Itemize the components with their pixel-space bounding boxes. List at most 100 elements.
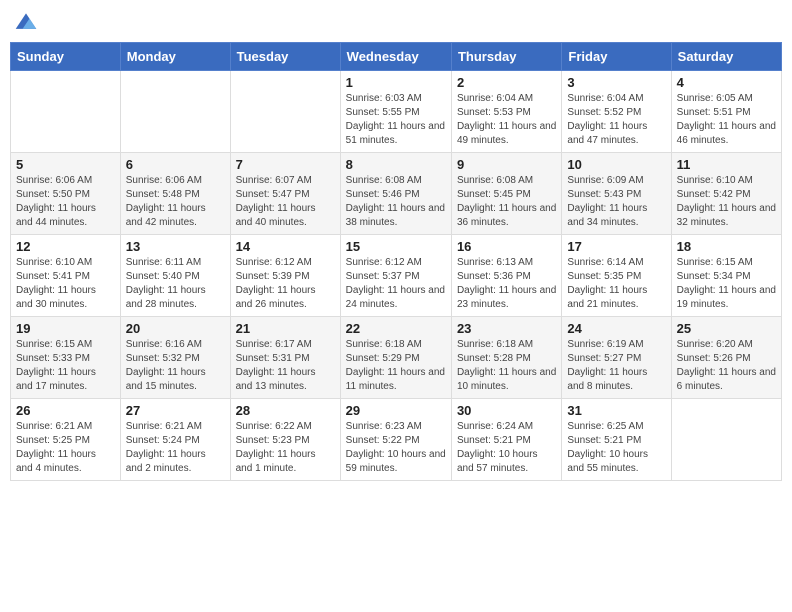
weekday-header-thursday: Thursday [451, 43, 561, 71]
calendar-day-cell: 21Sunrise: 6:17 AMSunset: 5:31 PMDayligh… [230, 317, 340, 399]
day-info: Sunrise: 6:21 AMSunset: 5:25 PMDaylight:… [16, 420, 115, 476]
logo [14, 10, 42, 34]
calendar-day-cell: 1 Sunrise: 6:03 AMSunset: 5:55 PMDaylight… [340, 71, 451, 153]
day-info: Sunrise: 6:10 AMSunset: 5:42 PMDaylight:… [677, 174, 776, 230]
day-number: 11 [677, 157, 776, 172]
day-number: 8 [346, 157, 446, 172]
day-info: Sunrise: 6:18 AMSunset: 5:28 PMDaylight:… [457, 338, 556, 394]
day-info: Sunrise: 6:25 AMSunset: 5:21 PMDaylight:… [567, 420, 665, 476]
weekday-header-friday: Friday [562, 43, 671, 71]
calendar-week-row: 1 Sunrise: 6:03 AMSunset: 5:55 PMDaylight… [11, 71, 782, 153]
calendar-day-cell: 30Sunrise: 6:24 AMSunset: 5:21 PMDayligh… [451, 399, 561, 481]
calendar-day-cell: 6 Sunrise: 6:06 AMSunset: 5:48 PMDaylight… [120, 153, 230, 235]
day-number: 2 [457, 75, 556, 90]
day-info: Sunrise: 6:08 AMSunset: 5:46 PMDaylight:… [346, 174, 446, 230]
day-number: 12 [16, 239, 115, 254]
weekday-header-row: SundayMondayTuesdayWednesdayThursdayFrid… [11, 43, 782, 71]
calendar-day-cell: 20 Sunrise: 6:16 AMSunset: 5:32 PMDayligh… [120, 317, 230, 399]
day-number: 17 [567, 239, 665, 254]
calendar-day-cell: 7Sunrise: 6:07 AMSunset: 5:47 PMDaylight… [230, 153, 340, 235]
day-info: Sunrise: 6:10 AMSunset: 5:41 PMDaylight:… [16, 256, 115, 312]
day-info: Sunrise: 6:23 AMSunset: 5:22 PMDaylight:… [346, 420, 446, 476]
day-info: Sunrise: 6:08 AMSunset: 5:45 PMDaylight:… [457, 174, 556, 230]
day-info: Sunrise: 6:16 AMSunset: 5:32 PMDaylight:… [126, 338, 225, 394]
day-info: Sunrise: 6:06 AMSunset: 5:48 PMDaylight:… [126, 174, 225, 230]
day-info: Sunrise: 6:12 AMSunset: 5:39 PMDaylight:… [236, 256, 335, 312]
day-number: 27 [126, 403, 225, 418]
calendar-day-cell: 4Sunrise: 6:05 AMSunset: 5:51 PMDaylight… [671, 71, 781, 153]
calendar-day-cell: 22 Sunrise: 6:18 AMSunset: 5:29 PMDayligh… [340, 317, 451, 399]
calendar-day-cell: 29 Sunrise: 6:23 AMSunset: 5:22 PMDayligh… [340, 399, 451, 481]
day-info: Sunrise: 6:09 AMSunset: 5:43 PMDaylight:… [567, 174, 665, 230]
page-header [10, 10, 782, 34]
calendar-day-cell: 9 Sunrise: 6:08 AMSunset: 5:45 PMDaylight… [451, 153, 561, 235]
day-number: 19 [16, 321, 115, 336]
day-number: 13 [126, 239, 225, 254]
weekday-header-tuesday: Tuesday [230, 43, 340, 71]
calendar-week-row: 12 Sunrise: 6:10 AMSunset: 5:41 PMDayligh… [11, 235, 782, 317]
day-number: 4 [677, 75, 776, 90]
calendar-day-cell: 12 Sunrise: 6:10 AMSunset: 5:41 PMDayligh… [11, 235, 121, 317]
day-number: 18 [677, 239, 776, 254]
day-info: Sunrise: 6:04 AMSunset: 5:53 PMDaylight:… [457, 92, 556, 148]
day-info: Sunrise: 6:22 AMSunset: 5:23 PMDaylight:… [236, 420, 335, 476]
calendar-day-cell: 17Sunrise: 6:14 AMSunset: 5:35 PMDayligh… [562, 235, 671, 317]
day-info: Sunrise: 6:18 AMSunset: 5:29 PMDaylight:… [346, 338, 446, 394]
day-info: Sunrise: 6:19 AMSunset: 5:27 PMDaylight:… [567, 338, 665, 394]
calendar-day-cell: 14Sunrise: 6:12 AMSunset: 5:39 PMDayligh… [230, 235, 340, 317]
calendar-day-cell: 26 Sunrise: 6:21 AMSunset: 5:25 PMDayligh… [11, 399, 121, 481]
calendar-week-row: 26 Sunrise: 6:21 AMSunset: 5:25 PMDayligh… [11, 399, 782, 481]
calendar-table: SundayMondayTuesdayWednesdayThursdayFrid… [10, 42, 782, 481]
day-number: 23 [457, 321, 556, 336]
day-number: 22 [346, 321, 446, 336]
calendar-day-cell: 15Sunrise: 6:12 AMSunset: 5:37 PMDayligh… [340, 235, 451, 317]
calendar-week-row: 19Sunrise: 6:15 AMSunset: 5:33 PMDayligh… [11, 317, 782, 399]
calendar-day-cell: 19Sunrise: 6:15 AMSunset: 5:33 PMDayligh… [11, 317, 121, 399]
calendar-day-cell: 27 Sunrise: 6:21 AMSunset: 5:24 PMDayligh… [120, 399, 230, 481]
logo-icon [14, 10, 38, 34]
day-number: 31 [567, 403, 665, 418]
day-number: 9 [457, 157, 556, 172]
day-number: 5 [16, 157, 115, 172]
day-info: Sunrise: 6:11 AMSunset: 5:40 PMDaylight:… [126, 256, 225, 312]
calendar-day-cell: 11 Sunrise: 6:10 AMSunset: 5:42 PMDayligh… [671, 153, 781, 235]
day-number: 6 [126, 157, 225, 172]
calendar-day-cell [671, 399, 781, 481]
calendar-day-cell: 16 Sunrise: 6:13 AMSunset: 5:36 PMDayligh… [451, 235, 561, 317]
day-info: Sunrise: 6:15 AMSunset: 5:34 PMDaylight:… [677, 256, 776, 312]
day-info: Sunrise: 6:13 AMSunset: 5:36 PMDaylight:… [457, 256, 556, 312]
calendar-day-cell: 8 Sunrise: 6:08 AMSunset: 5:46 PMDaylight… [340, 153, 451, 235]
weekday-header-wednesday: Wednesday [340, 43, 451, 71]
day-number: 1 [346, 75, 446, 90]
day-info: Sunrise: 6:21 AMSunset: 5:24 PMDaylight:… [126, 420, 225, 476]
day-number: 26 [16, 403, 115, 418]
calendar-day-cell [230, 71, 340, 153]
weekday-header-sunday: Sunday [11, 43, 121, 71]
calendar-day-cell [11, 71, 121, 153]
calendar-day-cell: 25Sunrise: 6:20 AMSunset: 5:26 PMDayligh… [671, 317, 781, 399]
day-number: 10 [567, 157, 665, 172]
day-number: 30 [457, 403, 556, 418]
day-number: 29 [346, 403, 446, 418]
day-number: 15 [346, 239, 446, 254]
weekday-header-saturday: Saturday [671, 43, 781, 71]
calendar-week-row: 5 Sunrise: 6:06 AMSunset: 5:50 PMDaylight… [11, 153, 782, 235]
day-number: 20 [126, 321, 225, 336]
calendar-day-cell: 10 Sunrise: 6:09 AMSunset: 5:43 PMDayligh… [562, 153, 671, 235]
day-number: 21 [236, 321, 335, 336]
day-info: Sunrise: 6:04 AMSunset: 5:52 PMDaylight:… [567, 92, 665, 148]
calendar-day-cell: 13 Sunrise: 6:11 AMSunset: 5:40 PMDayligh… [120, 235, 230, 317]
day-info: Sunrise: 6:06 AMSunset: 5:50 PMDaylight:… [16, 174, 115, 230]
calendar-day-cell: 5 Sunrise: 6:06 AMSunset: 5:50 PMDaylight… [11, 153, 121, 235]
day-number: 16 [457, 239, 556, 254]
calendar-day-cell: 24Sunrise: 6:19 AMSunset: 5:27 PMDayligh… [562, 317, 671, 399]
calendar-day-cell: 31 Sunrise: 6:25 AMSunset: 5:21 PMDayligh… [562, 399, 671, 481]
calendar-day-cell [120, 71, 230, 153]
calendar-day-cell: 18 Sunrise: 6:15 AMSunset: 5:34 PMDayligh… [671, 235, 781, 317]
calendar-day-cell: 23 Sunrise: 6:18 AMSunset: 5:28 PMDayligh… [451, 317, 561, 399]
calendar-day-cell: 3Sunrise: 6:04 AMSunset: 5:52 PMDaylight… [562, 71, 671, 153]
calendar-day-cell: 28 Sunrise: 6:22 AMSunset: 5:23 PMDayligh… [230, 399, 340, 481]
day-number: 28 [236, 403, 335, 418]
calendar-day-cell: 2 Sunrise: 6:04 AMSunset: 5:53 PMDaylight… [451, 71, 561, 153]
day-info: Sunrise: 6:03 AMSunset: 5:55 PMDaylight:… [346, 92, 446, 148]
